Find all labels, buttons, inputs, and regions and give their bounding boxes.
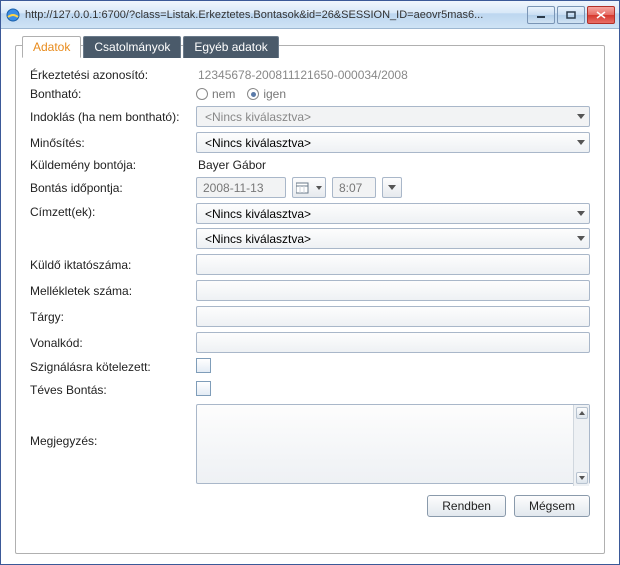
input-mellekletek-szama[interactable] [196,280,590,301]
chevron-down-icon [316,186,322,190]
radio-dot-nem [196,88,208,100]
label-minosites: Minősítés: [30,136,190,150]
input-targy[interactable] [196,306,590,327]
tab-adatok[interactable]: Adatok [22,36,81,58]
chevron-down-icon [573,229,589,248]
select-cimzett-2-text: <Nincs kiválasztva> [201,232,573,246]
time-dropdown-button[interactable] [382,177,402,198]
scrollbar[interactable] [573,405,589,486]
ie-icon [5,7,21,23]
label-teves-bontas: Téves Bontás: [30,383,190,397]
time-input[interactable] [332,177,376,198]
label-cimzettek: Címzett(ek): [30,203,190,219]
radio-nem-label: nem [212,87,235,101]
dialog-window: http://127.0.0.1:6700/?class=Listak.Erke… [0,0,620,565]
select-indoklas[interactable]: <Nincs kiválasztva> [196,106,590,127]
label-bontas-idopontja: Bontás időpontja: [30,181,190,195]
checkbox-teves-bontas[interactable] [196,381,211,396]
maximize-button[interactable] [557,6,585,24]
url-text: http://127.0.0.1:6700/?class=Listak.Erke… [25,9,521,21]
form-frame: Adatok Csatolmányok Egyéb adatok Érkezte… [15,45,605,554]
close-button[interactable] [587,6,615,24]
radio-group-bonthato: nem igen [196,87,590,101]
select-indoklas-text: <Nincs kiválasztva> [201,110,573,124]
chevron-down-icon [573,107,589,126]
cimzettek-group: <Nincs kiválasztva> <Nincs kiválasztva> [196,203,590,249]
titlebar: http://127.0.0.1:6700/?class=Listak.Erke… [1,1,619,29]
value-erkeztetesi-azonosito: 12345678-200811121650-000034/2008 [196,68,590,82]
button-row: Rendben Mégsem [30,495,590,517]
ok-button[interactable]: Rendben [427,495,506,517]
label-szignalasra: Szignálásra kötelezett: [30,360,190,374]
radio-nem[interactable]: nem [196,87,235,101]
label-mellekletek-szama: Mellékletek száma: [30,284,190,298]
form-grid: Érkeztetési azonosító: 12345678-20081112… [30,68,590,487]
label-kuldemeny-bontoja: Küldemény bontója: [30,158,190,172]
scroll-down-icon[interactable] [576,472,588,484]
textarea-megjegyzes[interactable] [196,404,590,484]
value-kuldemeny-bontoja: Bayer Gábor [196,158,590,172]
calendar-button[interactable] [292,177,326,198]
date-time-row [196,177,590,198]
label-bonthato: Bontható: [30,87,190,101]
window-buttons [527,6,615,24]
cancel-button[interactable]: Mégsem [514,495,590,517]
date-input[interactable] [196,177,286,198]
tab-csatolmanyok[interactable]: Csatolmányok [83,36,181,58]
label-targy: Tárgy: [30,310,190,324]
tab-bar: Adatok Csatolmányok Egyéb adatok [22,36,279,58]
input-vonalkod[interactable] [196,332,590,353]
input-kuldo-iktatoszama[interactable] [196,254,590,275]
label-indoklas: Indoklás (ha nem bontható): [30,110,190,124]
radio-igen-label: igen [263,87,286,101]
select-minosites-text: <Nincs kiválasztva> [201,136,573,150]
chevron-down-icon [388,185,396,190]
tab-egyeb-adatok[interactable]: Egyéb adatok [183,36,278,58]
select-cimzett-1[interactable]: <Nincs kiválasztva> [196,203,590,224]
label-erkeztetesi-azonosito: Érkeztetési azonosító: [30,68,190,82]
select-cimzett-1-text: <Nincs kiválasztva> [201,207,573,221]
select-minosites[interactable]: <Nincs kiválasztva> [196,132,590,153]
label-vonalkod: Vonalkód: [30,336,190,350]
minimize-button[interactable] [527,6,555,24]
checkbox-szignalasra[interactable] [196,358,211,373]
select-cimzett-2[interactable]: <Nincs kiválasztva> [196,228,590,249]
radio-igen[interactable]: igen [247,87,286,101]
scroll-up-icon[interactable] [576,407,588,419]
label-megjegyzes: Megjegyzés: [30,404,190,448]
radio-dot-igen [247,88,259,100]
label-kuldo-iktatoszama: Küldő iktatószáma: [30,258,190,272]
chevron-down-icon [573,133,589,152]
chevron-down-icon [573,204,589,223]
textarea-wrapper [196,404,590,487]
content-area: Adatok Csatolmányok Egyéb adatok Érkezte… [1,29,619,564]
